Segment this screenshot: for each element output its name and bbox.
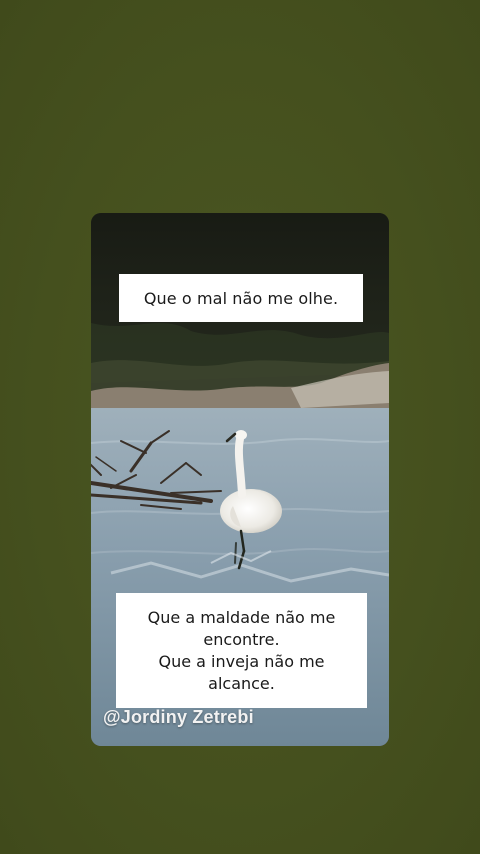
caption-bottom-line: encontre. — [203, 629, 280, 649]
author-watermark: @Jordiny Zetrebi — [103, 707, 254, 727]
caption-bottom-line: Que a maldade não me — [147, 607, 336, 627]
caption-bottom: Que a maldade não me encontre. Que a inv… — [116, 593, 367, 708]
caption-top-text: Que o mal não me olhe. — [143, 288, 339, 308]
caption-bottom-line: Que a inveja não me — [158, 651, 325, 671]
story-card: Que o mal não me olhe. Que a maldade não… — [91, 213, 389, 746]
caption-bottom-line: alcance. — [208, 673, 275, 693]
caption-top: Que o mal não me olhe. — [119, 274, 363, 322]
